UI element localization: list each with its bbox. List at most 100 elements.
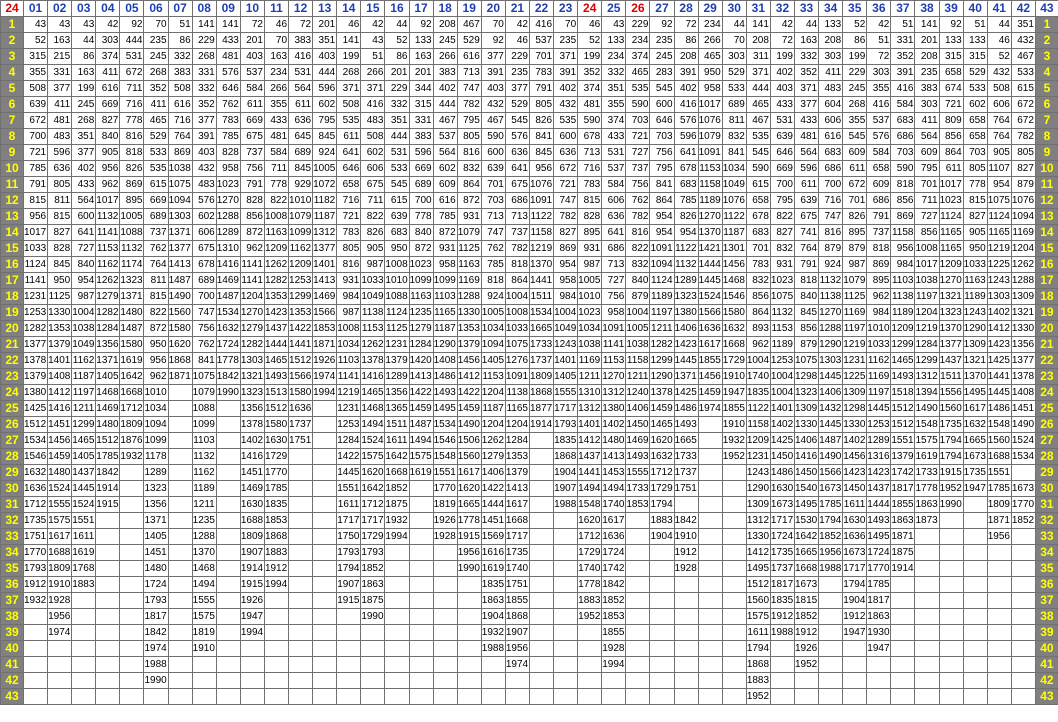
data-cell: 576 — [866, 128, 892, 145]
data-cell: 1914 — [95, 480, 121, 497]
data-cell: 832 — [745, 272, 771, 289]
data-cell: 616 — [432, 192, 458, 209]
data-cell — [962, 672, 988, 689]
data-cell — [625, 576, 651, 593]
data-cell: 391 — [553, 64, 579, 81]
table-row: 3 315 215 86 374 531 245 332 268 481 403 163 416 403 1… — [0, 48, 1058, 65]
data-cell: 856 — [793, 320, 820, 337]
data-cell — [360, 656, 386, 673]
data-cell: 163 — [408, 48, 434, 65]
data-cell: 615 — [745, 176, 771, 193]
data-cell — [288, 576, 314, 593]
data-cell: 929 — [288, 176, 314, 193]
data-cell — [119, 624, 145, 641]
data-cell: 783 — [215, 112, 241, 129]
data-cell: 377 — [480, 48, 506, 65]
data-cell: 1423 — [673, 336, 699, 353]
data-cell — [577, 672, 603, 689]
data-cell — [167, 672, 193, 689]
data-cell — [697, 480, 723, 497]
data-cell: 783 — [336, 224, 362, 241]
row-label-right: 20 — [1034, 320, 1058, 337]
data-cell: 1356 — [239, 400, 265, 417]
data-cell — [263, 624, 290, 641]
data-cell: 1282 — [649, 336, 675, 353]
data-cell: 245 — [432, 32, 458, 49]
data-cell: 52 — [577, 32, 603, 49]
data-cell: 377 — [793, 96, 820, 113]
data-cell: 1163 — [456, 256, 482, 273]
data-cell — [215, 464, 241, 481]
table-row: 41 1988 1974 1994 1868 1952 41 — [0, 656, 1058, 673]
data-cell: 1425 — [673, 384, 699, 401]
data-cell: 1451 — [143, 544, 169, 561]
data-cell: 1023 — [408, 256, 434, 273]
data-cell: 737 — [143, 224, 169, 241]
data-cell: 1852 — [818, 528, 844, 545]
data-cell — [818, 656, 844, 673]
row-label-left: 42 — [0, 672, 24, 689]
data-cell: 402 — [553, 80, 579, 97]
data-cell: 756 — [191, 320, 217, 337]
data-cell: 1323 — [119, 272, 145, 289]
data-cell — [986, 560, 1012, 577]
row-label-left: 16 — [0, 256, 24, 273]
data-cell: 1551 — [432, 464, 458, 481]
data-cell: 1445 — [71, 480, 97, 497]
data-cell: 1076 — [528, 176, 555, 193]
data-cell: 1211 — [191, 496, 217, 513]
data-cell: 1733 — [673, 448, 699, 465]
data-cell: 1853 — [263, 512, 290, 529]
data-cell — [288, 672, 314, 689]
data-cell: 703 — [962, 144, 988, 161]
data-cell: 266 — [697, 32, 723, 49]
data-cell — [528, 672, 555, 689]
data-cell: 869 — [866, 256, 892, 273]
data-cell: 234 — [601, 48, 627, 65]
row-label-left: 1 — [0, 16, 24, 33]
data-cell: 1530 — [793, 512, 820, 529]
data-cell: 564 — [71, 192, 97, 209]
data-cell: 658 — [962, 128, 988, 145]
data-cell — [818, 688, 844, 705]
data-cell: 1094 — [143, 416, 169, 433]
data-cell: 1231 — [336, 400, 362, 417]
data-cell: 984 — [866, 304, 892, 321]
data-cell: 1729 — [577, 544, 603, 561]
data-cell: 1353 — [456, 320, 482, 337]
data-cell — [312, 496, 338, 513]
data-cell: 1279 — [480, 448, 506, 465]
data-cell: 315 — [408, 96, 434, 113]
data-cell: 1632 — [649, 448, 675, 465]
data-cell: 1023 — [215, 176, 241, 193]
data-cell: 1445 — [986, 384, 1012, 401]
data-cell: 1852 — [384, 480, 410, 497]
data-cell: 1877 — [528, 400, 555, 417]
data-cell: 822 — [625, 240, 651, 257]
data-cell — [914, 544, 940, 561]
data-cell: 805 — [528, 96, 555, 113]
row-label-left: 34 — [0, 544, 24, 561]
data-cell: 1619 — [408, 464, 434, 481]
data-cell: 1423 — [986, 336, 1012, 353]
data-cell: 1453 — [601, 464, 627, 481]
data-cell: 1990 — [938, 496, 964, 513]
data-cell: 1235 — [191, 512, 217, 529]
data-cell: 374 — [601, 112, 627, 129]
data-cell: 596 — [408, 144, 434, 161]
table-row: 31 1712 1555 1524 1915 1356 1211 1630 1835 1611 17… — [0, 496, 1058, 513]
data-cell: 1456 — [456, 352, 482, 369]
row-label-left: 8 — [0, 128, 24, 145]
data-cell: 683 — [890, 112, 916, 129]
data-cell — [962, 544, 988, 561]
data-cell — [721, 544, 747, 561]
data-cell — [649, 560, 675, 577]
data-cell — [1010, 640, 1036, 657]
data-cell: 615 — [384, 192, 410, 209]
data-cell: 1437 — [263, 320, 290, 337]
data-cell: 1712 — [577, 528, 603, 545]
data-cell: 1209 — [745, 432, 771, 449]
data-cell — [986, 576, 1012, 593]
data-cell: 1209 — [263, 240, 290, 257]
data-cell: 872 — [432, 224, 458, 241]
